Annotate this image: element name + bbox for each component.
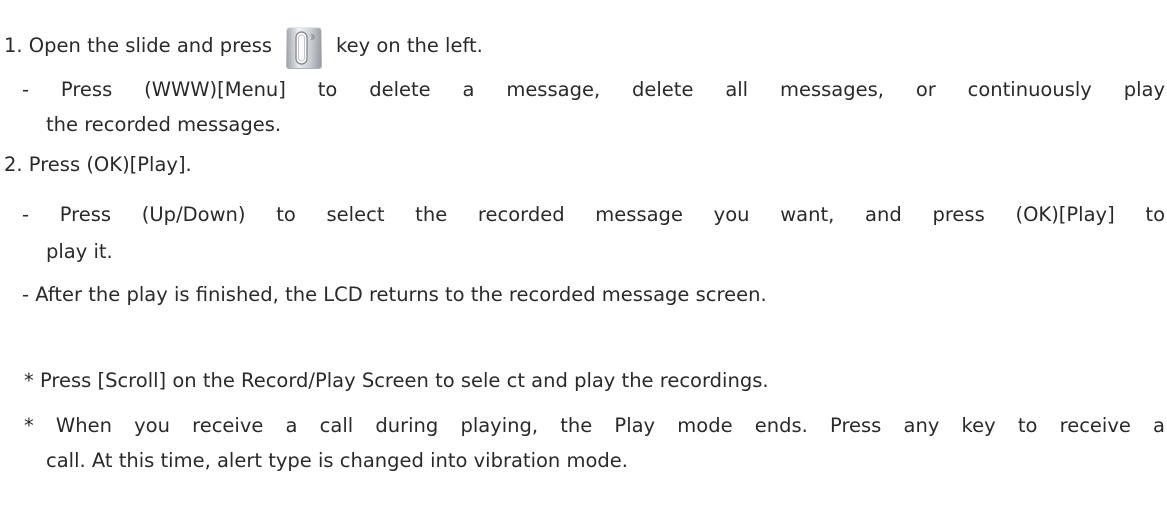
step-2-sub2: - After the play is finished, the LCD re… (22, 283, 767, 306)
step-2-sub1-line-a: - Press (Up/Down) to select the recorded… (22, 203, 1165, 226)
step-1-text-after: key on the left. (336, 34, 483, 57)
note-2-line-a: * When you receive a call during playing… (24, 414, 1165, 437)
note-2-line-b: call. At this time, alert type is change… (46, 449, 628, 472)
note-1: * Press [Scroll] on the Record/Play Scre… (24, 369, 769, 392)
step-1: 1. Open the slide and press key on the l… (4, 26, 483, 70)
step-1-text-before: 1. Open the slide and press (4, 34, 273, 57)
step-1-sub-line-a: - Press (WWW)[Menu] to delete a message,… (22, 78, 1165, 101)
step-2-title: 2. Press (OK)[Play]. (4, 153, 192, 176)
side-key-icon (284, 26, 324, 70)
step-1-sub-line-b: the recorded messages. (46, 113, 282, 136)
step-2-sub1-line-b: play it. (46, 240, 113, 263)
